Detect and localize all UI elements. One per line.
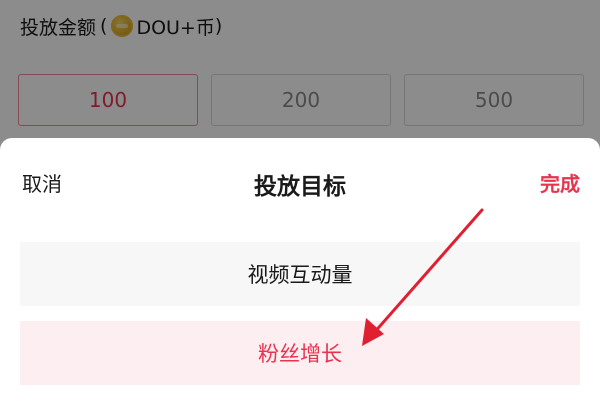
sheet-header: 取消 投放目标 完成 bbox=[0, 138, 600, 228]
target-option-video-engagement[interactable]: 视频互动量 bbox=[20, 242, 580, 306]
done-button[interactable]: 完成 bbox=[540, 168, 580, 197]
sheet-title: 投放目标 bbox=[254, 174, 346, 200]
target-bottom-sheet: 取消 投放目标 完成 视频互动量 粉丝增长 bbox=[0, 138, 600, 400]
target-option-label: 粉丝增长 bbox=[258, 342, 342, 366]
target-option-follower-growth[interactable]: 粉丝增长 bbox=[20, 321, 580, 385]
target-option-label: 视频互动量 bbox=[247, 263, 353, 287]
